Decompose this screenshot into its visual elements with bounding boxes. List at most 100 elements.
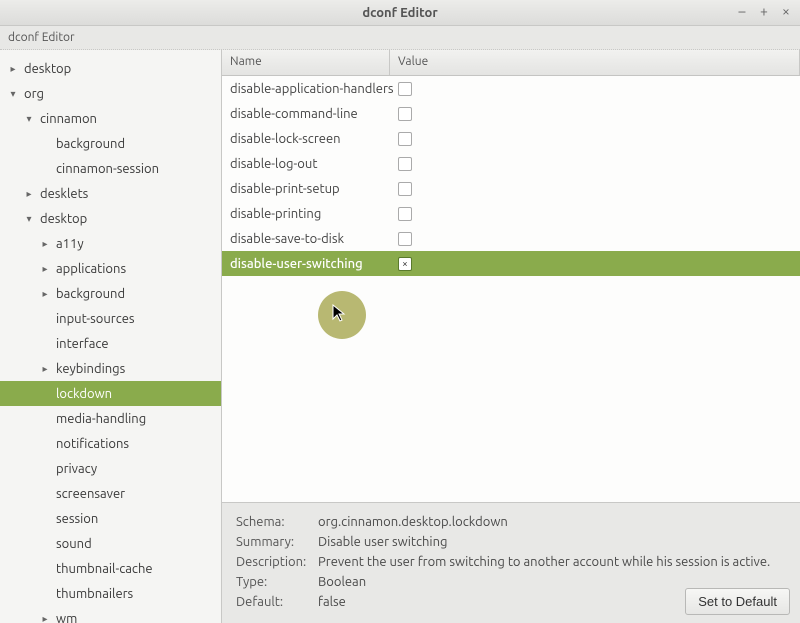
tree-item-label: sound [56,537,92,551]
tree-item-label: thumbnailers [56,587,133,601]
chevron-down-icon[interactable]: ▾ [6,88,20,100]
schema-label: Schema: [236,513,316,531]
close-button[interactable]: × [778,3,794,19]
tree-item-label: desktop [24,62,71,76]
chevron-down-icon[interactable]: ▾ [22,113,36,125]
chevron-right-icon[interactable]: ▸ [38,613,52,623]
subheader: dconf Editor [0,26,800,50]
tree-item-wm[interactable]: ▸ wm [0,606,221,623]
key-name: disable-command-line [222,107,390,121]
tree-item-session[interactable]: session [0,506,221,531]
summary-label: Summary: [236,533,316,551]
key-row[interactable]: disable-print-setup [222,176,800,201]
key-value [390,207,800,221]
subheader-title: dconf Editor [8,31,75,44]
key-row[interactable]: disable-log-out [222,151,800,176]
tree-item-background[interactable]: background [0,131,221,156]
main-panel: Name Value disable-application-handlersd… [222,50,800,623]
key-row[interactable]: disable-save-to-disk [222,226,800,251]
tree-item-notifications[interactable]: notifications [0,431,221,456]
tree-item-keybindings[interactable]: ▸keybindings [0,356,221,381]
tree-item-screensaver[interactable]: screensaver [0,481,221,506]
tree-item-label: wm [56,612,77,623]
description-value: Prevent the user from switching to anoth… [318,553,776,571]
key-name: disable-save-to-disk [222,232,390,246]
type-label: Type: [236,573,316,591]
summary-value: Disable user switching [318,533,776,551]
tree-item-label: input-sources [56,312,135,326]
chevron-down-icon[interactable]: ▾ [22,213,36,225]
tree-item-desktop[interactable]: ▸ desktop [0,56,221,81]
tree-item-label: applications [56,262,126,276]
tree-item-desklets[interactable]: ▸desklets [0,181,221,206]
tree-item-interface[interactable]: interface [0,331,221,356]
key-value [390,182,800,196]
tree-item-cinnamon[interactable]: ▾cinnamon [0,106,221,131]
tree-item-label: a11y [56,237,84,251]
key-value [390,232,800,246]
key-row[interactable]: disable-printing [222,201,800,226]
boolean-checkbox[interactable]: × [398,257,412,271]
chevron-right-icon[interactable]: ▸ [6,63,20,75]
chevron-right-icon[interactable]: ▸ [38,288,52,300]
key-value [390,107,800,121]
key-row[interactable]: disable-command-line [222,101,800,126]
tree-item-cinnamon-session[interactable]: cinnamon-session [0,156,221,181]
boolean-checkbox[interactable] [398,82,412,96]
schema-tree[interactable]: ▸desktop▾org▾cinnamonbackgroundcinnamon-… [0,50,222,623]
tree-item-background[interactable]: ▸ background [0,281,221,306]
tree-item-label: cinnamon-session [56,162,159,176]
tree-item-label: lockdown [56,387,112,401]
boolean-checkbox[interactable] [398,107,412,121]
tree-item-applications[interactable]: ▸ applications [0,256,221,281]
tree-item-label: interface [56,337,109,351]
key-value [390,157,800,171]
tree-item-media-handling[interactable]: media-handling [0,406,221,431]
boolean-checkbox[interactable] [398,182,412,196]
key-row[interactable]: disable-lock-screen [222,126,800,151]
chevron-right-icon[interactable]: ▸ [38,238,52,250]
key-list[interactable]: disable-application-handlers disable-comm… [222,76,800,502]
tree-item-label: media-handling [56,412,146,426]
tree-item-thumbnail-cache[interactable]: thumbnail-cache [0,556,221,581]
boolean-checkbox[interactable] [398,157,412,171]
tree-item-thumbnailers[interactable]: thumbnailers [0,581,221,606]
tree-item-label: background [56,287,125,301]
tree-item-a11y[interactable]: ▸ a11y [0,231,221,256]
tree-item-label: notifications [56,437,129,451]
tree-item-lockdown[interactable]: lockdown [0,381,221,406]
column-value[interactable]: Value [390,50,800,75]
key-value [390,82,800,96]
key-value: × [390,257,800,271]
chevron-right-icon[interactable]: ▸ [38,263,52,275]
key-name: disable-printing [222,207,390,221]
key-row[interactable]: disable-application-handlers [222,76,800,101]
tree-item-label: desktop [40,212,87,226]
minimize-button[interactable]: – [734,3,750,19]
window-controls: – + × [734,3,794,19]
details-pane: Schema: org.cinnamon.desktop.lockdown Su… [222,502,800,623]
list-header: Name Value [222,50,800,76]
tree-item-label: session [56,512,98,526]
chevron-right-icon[interactable]: ▸ [38,363,52,375]
tree-item-org[interactable]: ▾org [0,81,221,106]
window-title: dconf Editor [362,6,437,20]
maximize-button[interactable]: + [756,3,772,19]
tree-item-input-sources[interactable]: input-sources [0,306,221,331]
cursor-highlight-icon [318,291,366,339]
tree-item-desktop[interactable]: ▾ desktop [0,206,221,231]
key-name: disable-print-setup [222,182,390,196]
boolean-checkbox[interactable] [398,232,412,246]
set-to-default-button[interactable]: Set to Default [685,588,790,615]
column-name[interactable]: Name [222,50,390,75]
default-label: Default: [236,593,316,611]
tree-item-privacy[interactable]: privacy [0,456,221,481]
key-value [390,132,800,146]
boolean-checkbox[interactable] [398,207,412,221]
tree-item-sound[interactable]: sound [0,531,221,556]
key-name: disable-log-out [222,157,390,171]
key-row[interactable]: disable-user-switching× [222,251,800,276]
chevron-right-icon[interactable]: ▸ [22,188,36,200]
boolean-checkbox[interactable] [398,132,412,146]
tree-item-label: privacy [56,462,97,476]
